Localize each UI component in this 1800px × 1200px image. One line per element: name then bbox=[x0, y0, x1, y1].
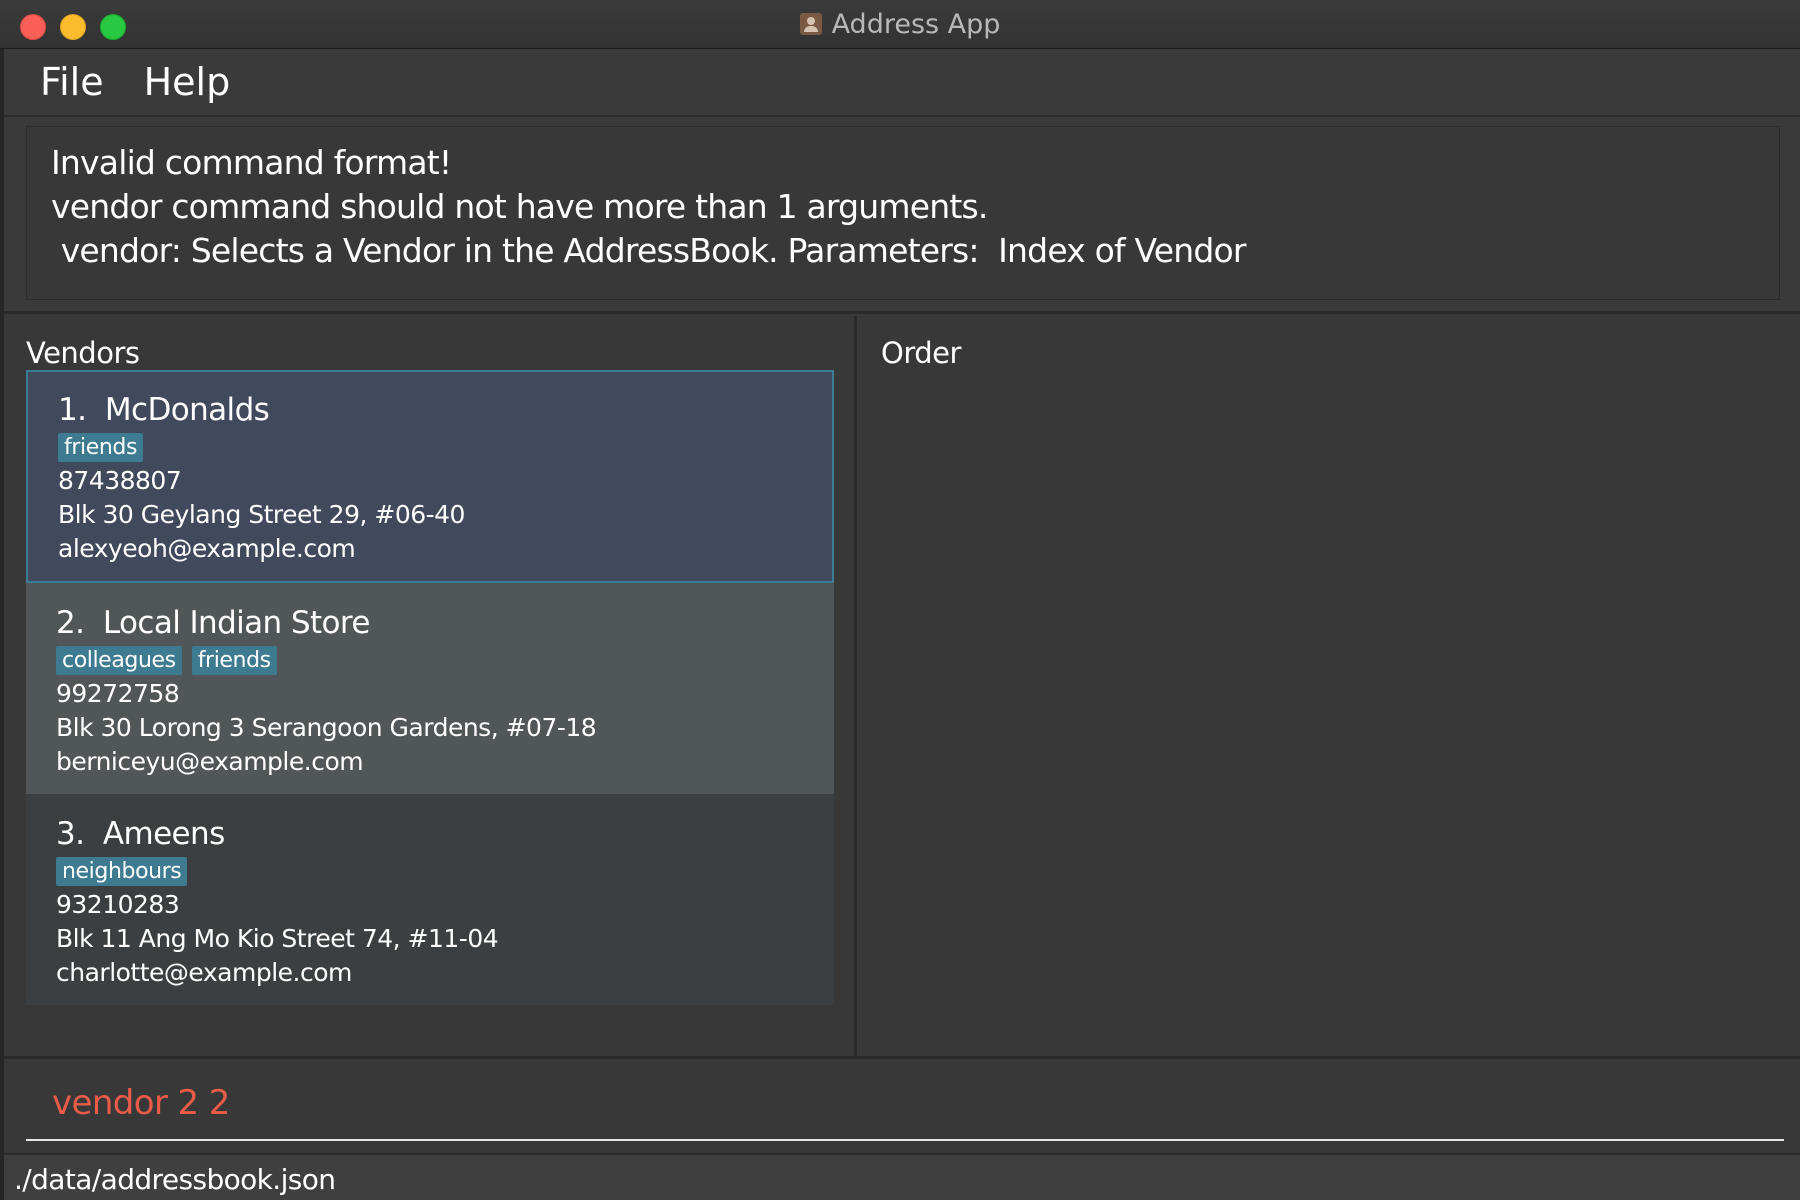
vendor-list[interactable]: 1. McDonalds friends 87438807 Blk 30 Geylan… bbox=[26, 370, 834, 1005]
result-line: Invalid command format! bbox=[51, 143, 452, 182]
vendor-card[interactable]: 3. Ameens neighbours 93210283 Blk 11 Ang Mo… bbox=[26, 794, 834, 1005]
vendor-name: 3. Ameens bbox=[56, 816, 225, 852]
order-panel-title: Order bbox=[881, 336, 961, 370]
vendor-tag: friends bbox=[191, 646, 277, 675]
vendor-card[interactable]: 1. McDonalds friends 87438807 Blk 30 Geylan… bbox=[26, 370, 834, 583]
app-window: Address App File Help Invalid command fo… bbox=[0, 0, 1800, 1200]
menu-file[interactable]: File bbox=[4, 60, 122, 104]
vendor-address: Blk 30 Lorong 3 Serangoon Gardens, #07-1… bbox=[56, 713, 597, 742]
command-input[interactable]: vendor 2 2 bbox=[52, 1083, 230, 1123]
vendor-email: charlotte@example.com bbox=[56, 958, 352, 987]
vendors-panel-title: Vendors bbox=[26, 336, 140, 370]
result-display: Invalid command format! vendor command s… bbox=[26, 126, 1780, 300]
vendor-phone: 87438807 bbox=[58, 466, 182, 495]
vendors-panel: Vendors 1. McDonalds friends 87438807 Blk 3… bbox=[4, 316, 857, 1056]
menu-help[interactable]: Help bbox=[122, 60, 249, 104]
title-bar[interactable]: Address App bbox=[0, 0, 1800, 49]
order-panel: Order bbox=[857, 316, 1800, 1056]
vendor-tags: neighbours bbox=[56, 857, 804, 886]
divider bbox=[4, 311, 1800, 314]
vendor-phone: 93210283 bbox=[56, 890, 180, 919]
vendor-email: berniceyu@example.com bbox=[56, 747, 364, 776]
vendor-tag: neighbours bbox=[56, 857, 188, 886]
vendor-tags: colleagues friends bbox=[56, 646, 804, 675]
vendor-address: Blk 30 Geylang Street 29, #06-40 bbox=[58, 500, 465, 529]
vendor-name: 2. Local Indian Store bbox=[56, 605, 370, 641]
vendor-address: Blk 11 Ang Mo Kio Street 74, #11-04 bbox=[56, 924, 499, 953]
vendor-tag: colleagues bbox=[56, 646, 182, 675]
vendor-tags: friends bbox=[58, 433, 802, 462]
status-bar: ./data/addressbook.json bbox=[4, 1153, 1800, 1200]
vendor-email: alexyeoh@example.com bbox=[58, 534, 356, 563]
save-location-status: ./data/addressbook.json bbox=[14, 1163, 336, 1196]
result-line: vendor: Selects a Vendor in the AddressB… bbox=[51, 231, 1247, 270]
command-input-underline bbox=[26, 1139, 1784, 1141]
vendor-name: 1. McDonalds bbox=[58, 392, 270, 428]
menu-bar: File Help bbox=[4, 49, 1800, 117]
command-box[interactable]: vendor 2 2 bbox=[4, 1059, 1800, 1153]
vendor-card[interactable]: 2. Local Indian Store colleagues friends 99… bbox=[26, 583, 834, 794]
window-title: Address App bbox=[831, 8, 1001, 40]
window-title-group: Address App bbox=[0, 0, 1800, 48]
vendor-phone: 99272758 bbox=[56, 679, 180, 708]
address-book-icon bbox=[799, 13, 822, 35]
result-line: vendor command should not have more than… bbox=[51, 187, 988, 226]
vendor-tag: friends bbox=[58, 433, 144, 462]
